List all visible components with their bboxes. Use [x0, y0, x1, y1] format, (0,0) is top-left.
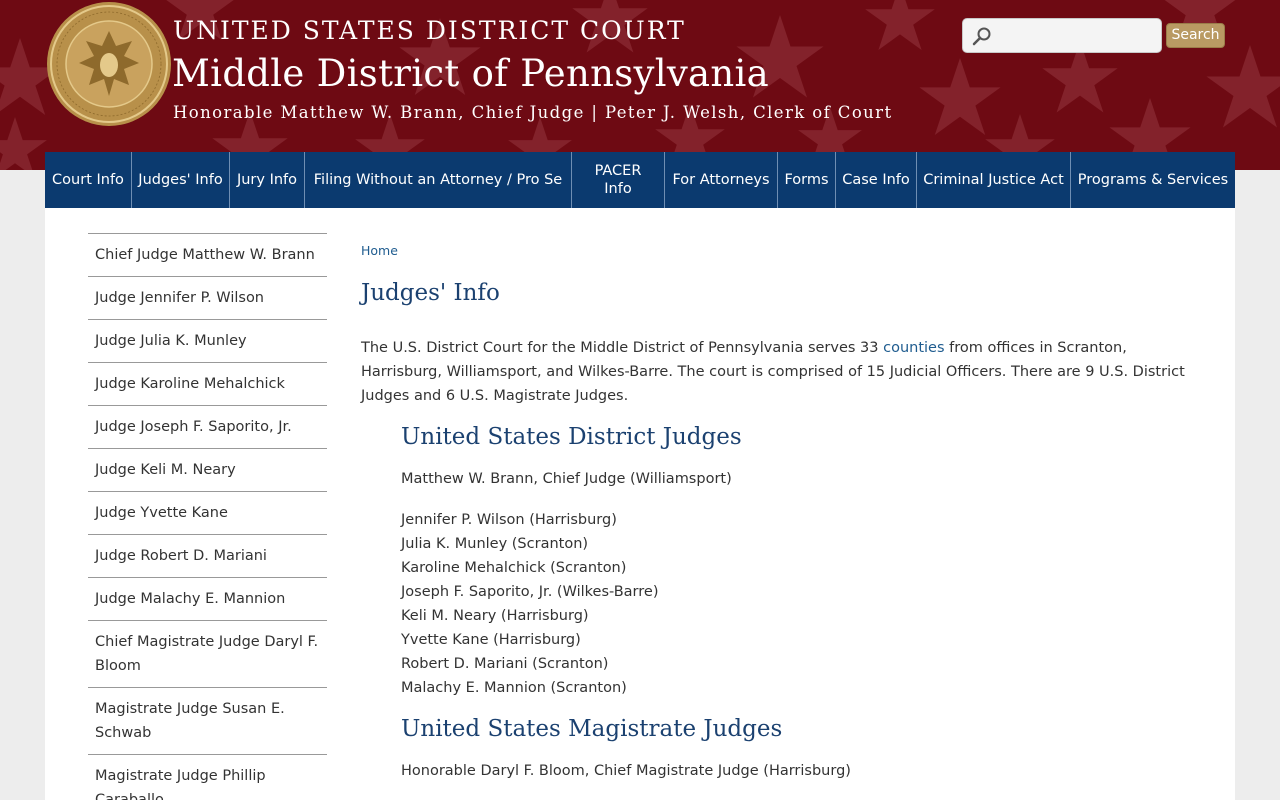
magistrate-judges-heading: United States Magistrate Judges: [401, 716, 783, 742]
nav-item-pacer-info[interactable]: PACER Info: [572, 152, 665, 208]
court-officers-line: Honorable Matthew W. Brann, Chief Judge …: [173, 103, 893, 122]
search-input[interactable]: [962, 18, 1162, 53]
list-item: Julia K. Munley (Scranton): [401, 536, 589, 552]
nav-item-criminal-justice-act[interactable]: Criminal Justice Act: [917, 152, 1071, 208]
list-item: Keli M. Neary (Harrisburg): [401, 608, 589, 624]
list-item: Joseph F. Saporito, Jr. (Wilkes-Barre): [401, 584, 659, 600]
list-item: Jennifer P. Wilson (Harrisburg): [401, 512, 617, 528]
sidebar-item-brann[interactable]: Chief Judge Matthew W. Brann: [88, 234, 327, 277]
nav-item-forms[interactable]: Forms: [778, 152, 836, 208]
sidebar-item-wilson[interactable]: Judge Jennifer P. Wilson: [88, 277, 327, 320]
list-item: Malachy E. Mannion (Scranton): [401, 680, 627, 696]
sidebar-item-bloom[interactable]: Chief Magistrate Judge Daryl F. Bloom: [88, 621, 327, 688]
nav-item-judges-info[interactable]: Judges' Info: [132, 152, 230, 208]
list-item: Karoline Mehalchick (Scranton): [401, 560, 627, 576]
nav-item-jury-info[interactable]: Jury Info: [230, 152, 305, 208]
nav-item-pro-se[interactable]: Filing Without an Attorney / Pro Se: [305, 152, 572, 208]
sidebar-item-schwab[interactable]: Magistrate Judge Susan E. Schwab: [88, 688, 327, 755]
sidebar-judges: Chief Judge Matthew W. Brann Judge Jenni…: [88, 233, 327, 800]
site-header: UNITED STATES DISTRICT COURT Middle Dist…: [0, 0, 1280, 170]
sidebar-item-mannion[interactable]: Judge Malachy E. Mannion: [88, 578, 327, 621]
chief-judge-line: Matthew W. Brann, Chief Judge (Williamsp…: [401, 471, 732, 487]
nav-item-programs-services[interactable]: Programs & Services: [1071, 152, 1235, 208]
sidebar-item-mariani[interactable]: Judge Robert D. Mariani: [88, 535, 327, 578]
sidebar-item-munley[interactable]: Judge Julia K. Munley: [88, 320, 327, 363]
list-item: Yvette Kane (Harrisburg): [401, 632, 581, 648]
sidebar-item-kane[interactable]: Judge Yvette Kane: [88, 492, 327, 535]
court-name-line: UNITED STATES DISTRICT COURT: [173, 16, 686, 45]
page-title: Judges' Info: [361, 280, 500, 306]
district-name[interactable]: Middle District of Pennsylvania: [172, 52, 769, 95]
district-judges-list: Jennifer P. Wilson (Harrisburg) Julia K.…: [401, 508, 658, 700]
sidebar-item-neary[interactable]: Judge Keli M. Neary: [88, 449, 327, 492]
main-nav: Court Info Judges' Info Jury Info Filing…: [45, 152, 1235, 208]
nav-item-court-info[interactable]: Court Info: [45, 152, 132, 208]
intro-text-start: The U.S. District Court for the Middle D…: [361, 340, 884, 356]
counties-link[interactable]: counties: [883, 340, 944, 356]
nav-item-case-info[interactable]: Case Info: [836, 152, 917, 208]
nav-item-for-attorneys[interactable]: For Attorneys: [665, 152, 778, 208]
chief-magistrate-line: Honorable Daryl F. Bloom, Chief Magistra…: [401, 763, 851, 779]
search-icon: [972, 27, 991, 46]
court-seal-icon[interactable]: [44, 1, 174, 127]
breadcrumb-home[interactable]: Home: [361, 243, 398, 258]
search-button[interactable]: Search: [1166, 23, 1225, 48]
list-item: Robert D. Mariani (Scranton): [401, 656, 609, 672]
sidebar-item-saporito[interactable]: Judge Joseph F. Saporito, Jr.: [88, 406, 327, 449]
sidebar-item-mehalchick[interactable]: Judge Karoline Mehalchick: [88, 363, 327, 406]
district-judges-heading: United States District Judges: [401, 424, 742, 450]
intro-paragraph: The U.S. District Court for the Middle D…: [361, 336, 1201, 408]
sidebar-item-caraballo[interactable]: Magistrate Judge Phillip Caraballo: [88, 755, 327, 800]
